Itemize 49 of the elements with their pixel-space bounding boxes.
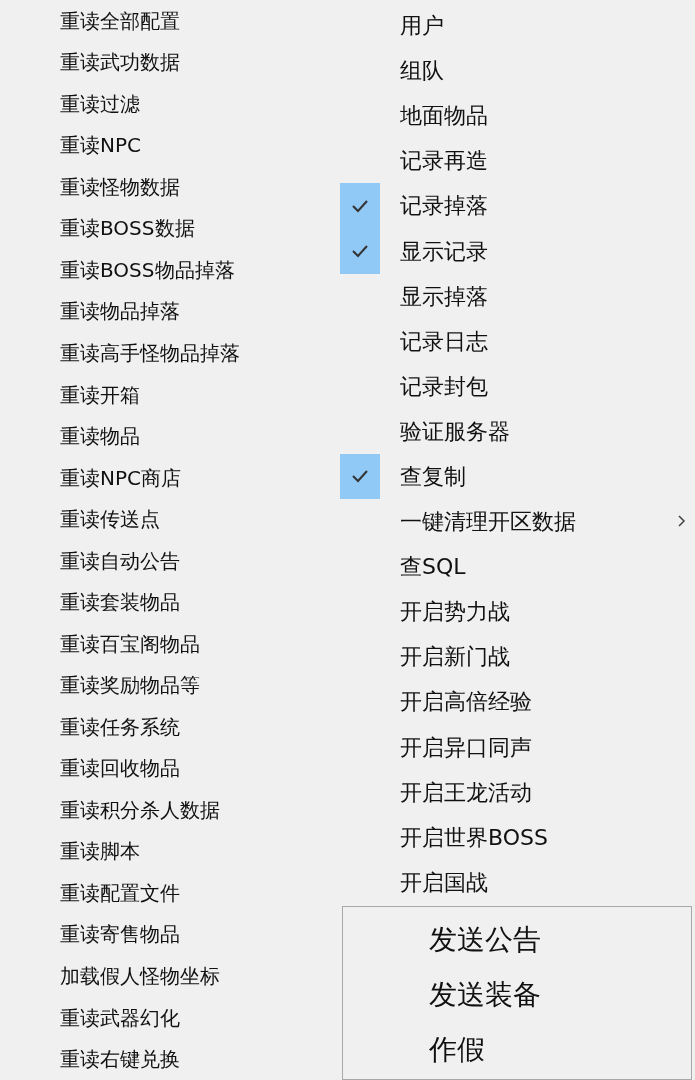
menu-item[interactable]: 记录掉落 [340,183,692,229]
menu-item[interactable]: 用户 [340,3,692,49]
menu-item[interactable]: 重读怪物数据 [60,166,340,208]
menu-item[interactable]: 开启异口同声 [340,724,692,770]
menu-item[interactable]: 开启国战 [340,859,692,905]
menu-item[interactable]: 重读武器幻化 [60,996,340,1039]
menu-item[interactable]: 重读全部配置 [60,0,340,42]
menu-item[interactable]: 重读NPC [60,124,340,167]
menu-item[interactable]: 重读积分杀人数据 [60,789,340,831]
menu-item[interactable]: 重读BOSS物品掉落 [60,249,340,291]
menu-item[interactable]: 查复制 [340,453,692,500]
menu-item[interactable]: 重读高手怪物品掉落 [60,332,340,374]
menu-item[interactable]: 重读奖励物品等 [60,664,340,707]
menu-item[interactable]: 重读回收物品 [60,747,340,790]
menu-item[interactable]: 重读配置文件 [60,872,340,914]
menu-item[interactable]: 重读套装物品 [60,581,340,623]
menu-item[interactable]: 记录封包 [340,363,692,409]
menu-item[interactable]: 地面物品 [340,93,692,139]
menu-item[interactable]: 重读自动公告 [60,539,340,582]
menu-item[interactable]: 开启势力战 [340,589,692,635]
menu-item[interactable]: 重读BOSS数据 [60,207,340,250]
menu-item[interactable]: 重读物品掉落 [60,290,340,333]
menu-item[interactable]: 显示掉落 [340,273,692,319]
menu-item[interactable]: 开启王龙活动 [340,769,692,815]
menu-item[interactable]: 发送公告 [343,912,691,968]
menu-item[interactable]: 重读武功数据 [60,41,340,84]
menu-item[interactable]: 重读开箱 [60,373,340,416]
menu-item[interactable]: 作假 [343,1022,691,1078]
menu-item[interactable]: 重读脚本 [60,830,340,873]
menu-item[interactable]: 记录再造 [340,138,692,184]
menu-item[interactable]: 查SQL [340,544,692,590]
menu-item[interactable]: 加载假人怪物坐标 [60,955,340,997]
menu-item[interactable]: 开启世界BOSS [340,814,692,860]
menu-item[interactable]: 重读NPC商店 [60,456,340,499]
menu-item[interactable]: 验证服务器 [340,408,692,454]
menu-item[interactable]: 显示记录 [340,228,692,274]
menu-item[interactable]: 发送装备 [343,967,691,1023]
menu-item[interactable]: 重读寄售物品 [60,913,340,956]
menu-item[interactable]: 一键清理开区数据 [340,499,692,545]
menu-item[interactable]: 重读右键兑换 [60,1038,340,1080]
menu-item[interactable]: 重读任务系统 [60,706,340,748]
menu-item[interactable]: 重读百宝阁物品 [60,622,340,665]
menu-item[interactable]: 开启新门战 [340,634,692,680]
menu-item[interactable]: 重读物品 [60,415,340,457]
menu-item[interactable]: 组队 [340,48,692,94]
menu-item[interactable]: 重读过滤 [60,83,340,125]
menu-item[interactable]: 重读传送点 [60,498,340,540]
menu-item[interactable]: 开启高倍经验 [340,679,692,725]
menu-item[interactable]: 记录日志 [340,318,692,364]
